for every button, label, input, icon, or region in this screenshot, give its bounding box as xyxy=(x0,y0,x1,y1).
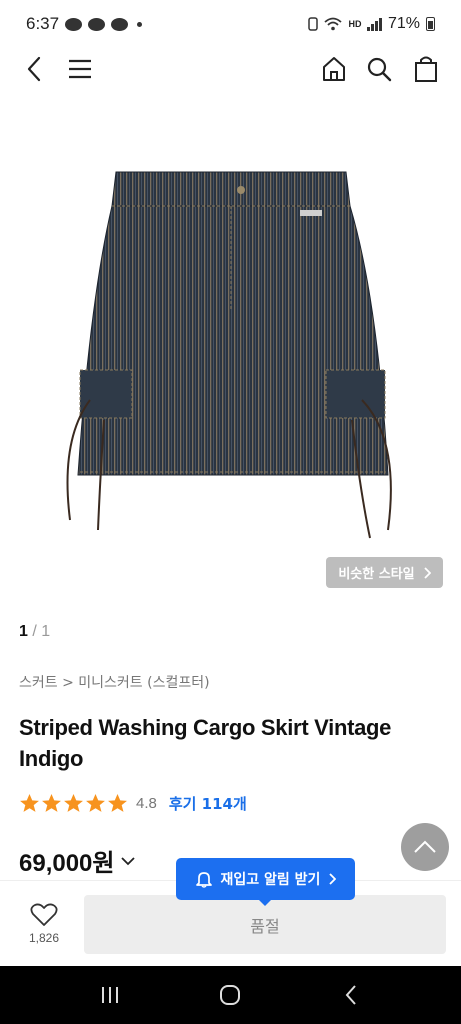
app-header xyxy=(0,48,461,90)
home-circle-icon[interactable] xyxy=(215,980,245,1010)
similar-style-label: 비슷한 스타일 xyxy=(338,567,415,582)
search-icon[interactable] xyxy=(364,54,394,84)
rating-row: 4.8 후기 114개 xyxy=(19,793,247,814)
review-link[interactable]: 후기 114개 xyxy=(169,793,247,814)
star-icon xyxy=(108,794,127,812)
menu-icon[interactable] xyxy=(65,54,95,84)
status-left: 6:37 xyxy=(26,14,143,34)
back-arrow-icon[interactable] xyxy=(336,980,366,1010)
product-image[interactable] xyxy=(0,100,461,600)
bag-icon[interactable] xyxy=(411,54,441,84)
pager-total: / 1 xyxy=(32,623,51,640)
talk-notification-icon xyxy=(65,17,83,31)
restock-alert-button[interactable]: 재입고 알림 받기 xyxy=(176,858,355,906)
status-bar: 6:37 HD 71% xyxy=(0,0,461,48)
home-icon[interactable] xyxy=(319,54,349,84)
like-count: 1,826 xyxy=(28,931,60,945)
chevron-right-icon xyxy=(424,566,431,579)
chat-notification-icon xyxy=(88,17,106,31)
product-title: Striped Washing Cargo Skirt Vintage Indi… xyxy=(19,715,392,771)
product-price: 69,000원 xyxy=(19,850,115,877)
star-icon xyxy=(86,794,105,812)
signal-icon xyxy=(367,17,382,31)
similar-style-button[interactable]: 비슷한 스타일 xyxy=(326,557,443,588)
recent-apps-icon[interactable] xyxy=(95,980,125,1010)
chevron-down-icon xyxy=(120,856,135,865)
rating-stars xyxy=(19,793,128,814)
image-pager: 1 / 1 xyxy=(19,623,50,641)
network-label: HD xyxy=(348,19,362,29)
more-notifications-icon xyxy=(137,21,143,27)
heart-icon xyxy=(30,903,58,926)
battery-percent: 71% xyxy=(387,15,420,32)
system-navigation-bar xyxy=(0,966,461,1024)
pager-current: 1 xyxy=(19,623,28,640)
wifi-icon xyxy=(324,17,343,31)
back-icon[interactable] xyxy=(20,54,50,84)
bell-icon xyxy=(195,872,212,888)
chevron-right-icon xyxy=(329,873,337,885)
rating-score: 4.8 xyxy=(136,795,157,812)
star-icon xyxy=(20,794,39,812)
chat-notification-icon-2 xyxy=(111,17,129,31)
scroll-top-button[interactable] xyxy=(401,823,449,871)
breadcrumb[interactable]: 스커트 > 미니스커트 (스컬프터) xyxy=(19,672,210,692)
sim-icon xyxy=(308,17,319,31)
like-button[interactable]: 1,826 xyxy=(20,903,68,953)
status-right: HD 71% xyxy=(308,15,435,33)
chevron-up-icon xyxy=(414,840,436,853)
status-time: 6:37 xyxy=(26,14,60,33)
star-icon xyxy=(64,794,83,812)
battery-icon xyxy=(426,17,435,31)
price-dropdown[interactable]: 69,000원 xyxy=(19,843,135,878)
star-icon xyxy=(42,794,61,812)
restock-label: 재입고 알림 받기 xyxy=(220,872,321,888)
